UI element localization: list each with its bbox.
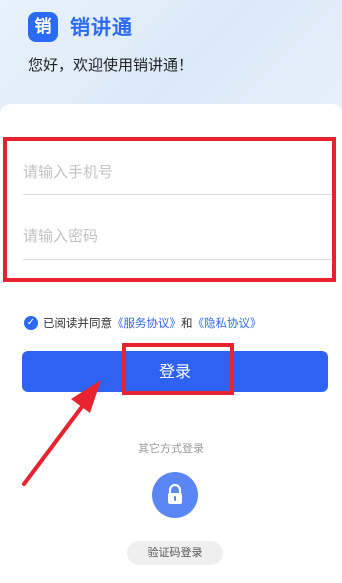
- sms-code-login-button[interactable]: 验证码登录: [127, 541, 223, 565]
- lock-login-button[interactable]: [152, 472, 198, 518]
- lock-icon: [168, 483, 182, 504]
- other-login-title: 其它方式登录: [138, 442, 204, 455]
